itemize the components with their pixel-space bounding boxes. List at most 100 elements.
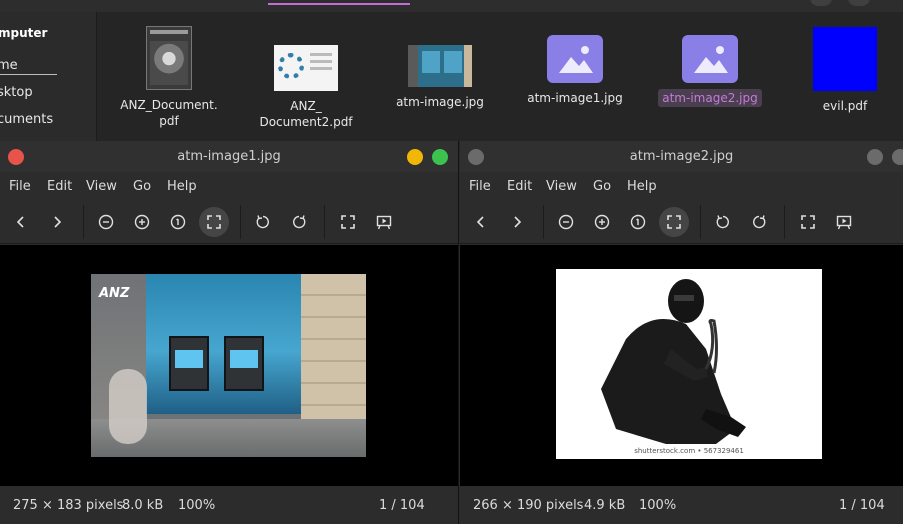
fullscreen-button[interactable] xyxy=(793,207,823,237)
file-label: ANZ_ Document2.pdf xyxy=(259,99,353,129)
rotate-right-button[interactable] xyxy=(284,207,314,237)
menu-go[interactable]: Go xyxy=(133,179,151,194)
pdf-document-thumbnail-icon xyxy=(146,26,192,90)
file-label: ANZ_Document. pdf xyxy=(120,98,218,128)
titlebar: atm-image2.jpg xyxy=(460,141,903,172)
maximize-button[interactable] xyxy=(892,149,903,165)
menu-go[interactable]: Go xyxy=(593,179,611,194)
file-item-atm-image[interactable]: atm-image.jpg xyxy=(388,26,492,111)
image-viewer-left: atm-image1.jpg File Edit View Go Help AN… xyxy=(0,141,459,524)
active-tab-indicator xyxy=(268,3,410,5)
atm-photo: ANZ xyxy=(91,274,366,457)
window-button[interactable] xyxy=(810,0,832,6)
back-button[interactable] xyxy=(6,207,36,237)
fullscreen-button[interactable] xyxy=(333,207,363,237)
file-item-evil-pdf[interactable]: evil.pdf xyxy=(800,26,890,115)
titlebar: atm-image1.jpg xyxy=(0,141,458,172)
best-fit-icon xyxy=(667,215,681,229)
zoom-in-button[interactable] xyxy=(587,207,617,237)
menu-help[interactable]: Help xyxy=(627,179,657,194)
status-position: 1 / 104 xyxy=(839,498,885,513)
zoom-normal-button[interactable] xyxy=(623,207,653,237)
anz-logo-text: ANZ xyxy=(99,286,130,301)
image-canvas[interactable]: shutterstock.com • 567329461 xyxy=(460,245,903,486)
window-title: atm-image2.jpg xyxy=(629,149,734,164)
file-item-anz-document2[interactable]: ANZ_ Document2.pdf xyxy=(250,26,362,131)
menubar: File Edit View Go Help xyxy=(0,172,458,200)
forward-button[interactable] xyxy=(42,207,72,237)
toolbar xyxy=(460,200,903,244)
slideshow-button[interactable] xyxy=(829,207,859,237)
sidebar-item-desktop[interactable]: sktop xyxy=(0,85,33,100)
back-icon xyxy=(16,216,24,228)
file-manager-window: mputer me sktop cuments ANZ_Document.pdf… xyxy=(0,0,903,150)
sidebar-active-indicator xyxy=(0,74,57,75)
image-canvas[interactable]: ANZ xyxy=(0,245,458,486)
toolbar-separator xyxy=(324,205,325,239)
best-fit-button[interactable] xyxy=(199,207,229,237)
file-label: atm-image2.jpg xyxy=(658,89,762,107)
status-zoom: 100% xyxy=(639,498,677,513)
menu-view[interactable]: View xyxy=(546,179,577,194)
rotate-left-button[interactable] xyxy=(708,207,738,237)
maximize-button[interactable] xyxy=(432,149,448,165)
file-item-anz-document[interactable]: ANZ_Document. pdf xyxy=(110,26,228,130)
rotate-right-button[interactable] xyxy=(744,207,774,237)
file-label: evil.pdf xyxy=(822,99,868,113)
best-fit-icon xyxy=(207,215,221,229)
toolbar-separator xyxy=(83,205,84,239)
zoom-out-icon xyxy=(558,214,574,230)
menu-help[interactable]: Help xyxy=(167,179,197,194)
status-filesize: 8.0 kB xyxy=(122,498,164,513)
minimize-button[interactable] xyxy=(407,149,423,165)
rotate-right-icon xyxy=(293,215,306,229)
menu-edit[interactable]: Edit xyxy=(47,179,72,194)
status-zoom: 100% xyxy=(178,498,216,513)
file-label: atm-image1.jpg xyxy=(527,91,623,105)
sidebar-item-documents[interactable]: cuments xyxy=(0,112,53,127)
back-icon xyxy=(476,216,484,228)
zoom-out-button[interactable] xyxy=(551,207,581,237)
forward-button[interactable] xyxy=(502,207,532,237)
window-button[interactable] xyxy=(848,0,870,6)
file-item-atm-image2[interactable]: atm-image2.jpg xyxy=(652,26,768,107)
forward-icon xyxy=(54,216,62,228)
sidebar-item-home[interactable]: me xyxy=(0,58,18,73)
zoom-in-icon xyxy=(594,214,610,230)
slideshow-button[interactable] xyxy=(369,207,399,237)
file-manager-topbar xyxy=(0,0,903,12)
menu-edit[interactable]: Edit xyxy=(507,179,532,194)
image-watermark-caption: shutterstock.com • 567329461 xyxy=(634,447,744,455)
file-item-atm-image1[interactable]: atm-image1.jpg xyxy=(520,26,630,107)
window-title: atm-image1.jpg xyxy=(177,149,281,164)
thief-photo: shutterstock.com • 567329461 xyxy=(556,269,822,459)
zoom-out-icon xyxy=(98,214,114,230)
fullscreen-icon xyxy=(341,215,355,229)
image-placeholder-icon xyxy=(547,35,603,83)
rotate-left-button[interactable] xyxy=(248,207,278,237)
image-viewer-right: atm-image2.jpg File Edit View Go Help sh… xyxy=(460,141,903,524)
menu-file[interactable]: File xyxy=(469,179,491,194)
menu-view[interactable]: View xyxy=(86,179,117,194)
status-filesize: 4.9 kB xyxy=(584,498,626,513)
fullscreen-icon xyxy=(801,215,815,229)
menubar: File Edit View Go Help xyxy=(460,172,903,200)
status-dimensions: 275 × 183 pixels xyxy=(13,498,124,513)
blue-thumbnail-icon xyxy=(813,27,877,91)
zoom-normal-button[interactable] xyxy=(163,207,193,237)
status-position: 1 / 104 xyxy=(379,498,425,513)
statusbar: 266 × 190 pixels 4.9 kB 100% 1 / 104 xyxy=(460,486,903,524)
rotate-left-icon xyxy=(256,215,269,229)
menu-file[interactable]: File xyxy=(9,179,31,194)
slideshow-icon xyxy=(836,215,852,230)
sidebar: mputer me sktop cuments xyxy=(0,12,97,150)
statusbar: 275 × 183 pixels 8.0 kB 100% 1 / 104 xyxy=(0,486,458,524)
zoom-in-button[interactable] xyxy=(127,207,157,237)
back-button[interactable] xyxy=(466,207,496,237)
best-fit-button[interactable] xyxy=(659,207,689,237)
zoom-in-icon xyxy=(134,214,150,230)
zoom-out-button[interactable] xyxy=(91,207,121,237)
rotate-left-icon xyxy=(716,215,729,229)
toolbar-separator xyxy=(700,205,701,239)
minimize-button[interactable] xyxy=(867,149,883,165)
